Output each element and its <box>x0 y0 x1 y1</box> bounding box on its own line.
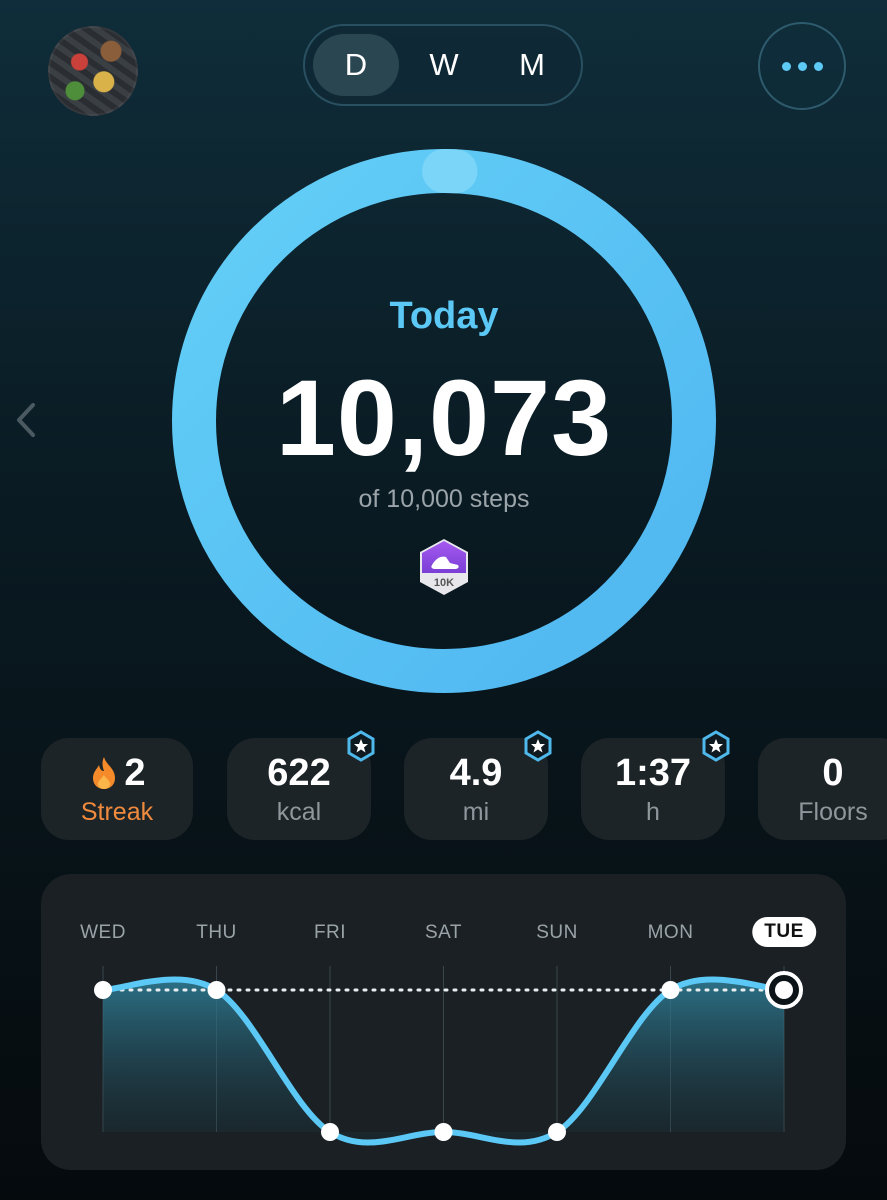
step-count: 10,073 <box>275 357 613 478</box>
data-point-wed <box>94 981 112 999</box>
data-point-tue <box>775 981 793 999</box>
star-badge-icon <box>524 730 552 762</box>
period-week-tab[interactable]: W <box>401 34 487 96</box>
active-time-value: 1:37 <box>614 751 692 794</box>
period-day-tab[interactable]: D <box>313 34 399 96</box>
period-label: Today <box>389 295 499 337</box>
chevron-left-icon[interactable] <box>14 400 38 440</box>
active-time-label: h <box>646 797 660 826</box>
distance-label: mi <box>462 797 490 826</box>
calories-value: 622 <box>267 751 331 794</box>
data-point-thu <box>207 981 226 999</box>
data-point-fri <box>321 1123 339 1141</box>
more-button[interactable] <box>758 22 846 110</box>
data-point-mon <box>661 981 680 999</box>
distance-value: 4.9 <box>449 751 503 794</box>
floors-value: 0 <box>822 751 844 794</box>
data-point-sun <box>548 1123 566 1141</box>
avatar[interactable] <box>48 26 138 116</box>
period-selector: D W M <box>303 24 583 106</box>
flame-icon <box>93 756 116 789</box>
activity-screen: D W M Today 10,073 of 10,000 steps 10K 2… <box>0 0 887 1200</box>
streak-card[interactable]: 2 Streak <box>41 738 193 840</box>
streak-value: 2 <box>124 751 146 794</box>
star-badge-icon <box>702 730 730 762</box>
star-badge-icon <box>347 730 375 762</box>
period-month-tab[interactable]: M <box>489 34 575 96</box>
10k-shoe-badge-icon[interactable]: 10K <box>416 537 472 597</box>
step-goal: of 10,000 steps <box>358 485 530 513</box>
floors-label: Floors <box>798 797 868 826</box>
ellipsis-icon <box>781 61 791 71</box>
step-progress-ring: Today 10,073 of 10,000 steps 10K <box>170 147 718 695</box>
calories-label: kcal <box>276 797 322 826</box>
data-point-sat <box>434 1123 453 1141</box>
floors-card[interactable]: 0 Floors <box>758 738 887 840</box>
weekly-chart-graphic <box>94 966 803 1146</box>
weekly-steps-chart[interactable]: WED THU FRI SAT SUN MON TUE <box>41 874 846 1170</box>
badge-label: 10K <box>434 577 454 589</box>
streak-label: Streak <box>80 797 154 826</box>
